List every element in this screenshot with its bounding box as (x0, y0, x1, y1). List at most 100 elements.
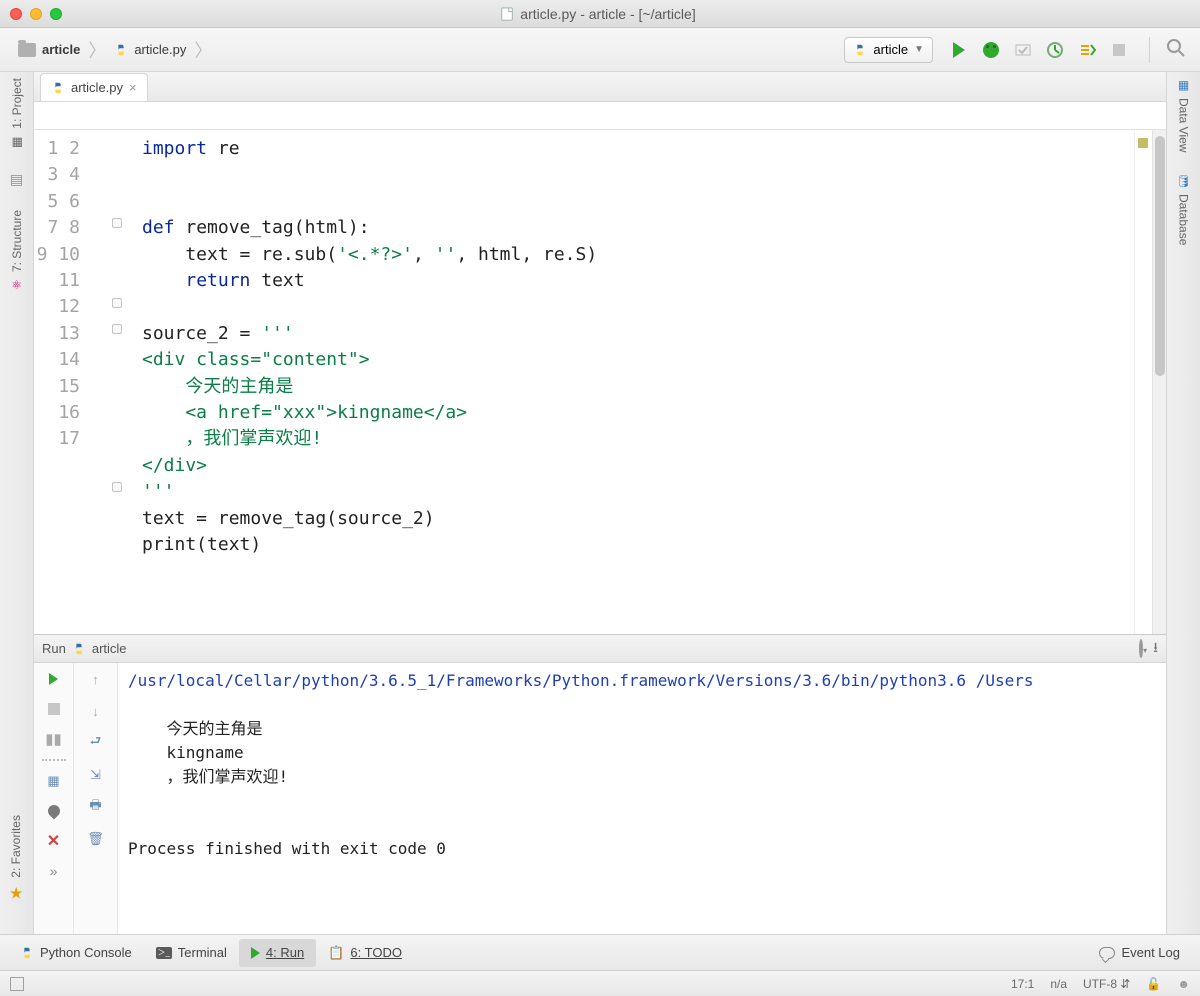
dropdown-arrow-icon: ▼ (914, 44, 924, 55)
star-icon: ★ (9, 884, 23, 904)
run-config-name: article (873, 42, 908, 57)
run-tab-label: 4: Run (266, 945, 304, 960)
fold-marker-icon[interactable] (112, 324, 122, 334)
run-tool-title: Run (42, 641, 66, 656)
separator (42, 759, 66, 761)
status-bar: 17:1 n/a UTF-8 ⇵ 🔓 ☻ (0, 970, 1200, 996)
terminal-tab[interactable]: ＞_ Terminal (144, 939, 239, 967)
concurrent-button[interactable] (1077, 40, 1097, 60)
editor-tab-article[interactable]: article.py × (40, 73, 148, 101)
code-content[interactable]: import re def remove_tag(html): text = r… (128, 130, 1134, 634)
cursor-position[interactable]: 17:1 (1011, 977, 1034, 991)
chevron-right-icon: 〉 (86, 37, 108, 63)
clear-button[interactable]: 🗑 (86, 829, 106, 849)
down-arrow-button[interactable]: ↓ (86, 701, 106, 721)
window-controls (10, 8, 62, 20)
editor-breadcrumb-bar (34, 102, 1166, 130)
more-button[interactable]: » (44, 861, 64, 881)
close-run-button[interactable]: ✕ (44, 831, 64, 851)
run-icon (251, 947, 260, 959)
file-encoding[interactable]: UTF-8 ⇵ (1083, 977, 1130, 991)
run-settings-button[interactable]: ▾ (1139, 641, 1147, 656)
soft-wrap-button[interactable]: ⮐ (86, 733, 106, 753)
scroll-to-end-button[interactable]: ⇲ (86, 765, 106, 785)
pause-button[interactable]: ▮▮ (44, 729, 64, 749)
database-tool-button[interactable]: 🛢 Database (1176, 174, 1191, 245)
table-icon: ▦ (1178, 78, 1189, 92)
run-output-toolbar: ↑ ↓ ⮐ ⇲ 🖶 🗑 (74, 663, 118, 934)
code-editor[interactable]: 1 2 3 4 5 6 7 8 9 10 11 12 13 14 15 16 1… (34, 130, 1166, 634)
close-window-button[interactable] (10, 8, 22, 20)
favorites-tool-button[interactable]: ★ 2: Favorites (9, 815, 23, 904)
structure-tool-button[interactable]: ⚛ 7: Structure (10, 210, 24, 292)
fold-marker-icon[interactable] (112, 298, 122, 308)
line-separator[interactable]: n/a (1050, 977, 1067, 991)
run-tool-header: Run article ▾ ⭳ (34, 635, 1166, 663)
close-tab-button[interactable]: × (129, 80, 137, 95)
line-number-gutter: 1 2 3 4 5 6 7 8 9 10 11 12 13 14 15 16 1… (34, 130, 110, 634)
warning-mark-icon[interactable] (1138, 138, 1148, 148)
speech-bubble-icon (1099, 947, 1115, 959)
coverage-button[interactable] (1013, 40, 1033, 60)
terminal-label: Terminal (178, 945, 227, 960)
run-tool-window: Run article ▾ ⭳ ▮▮ ▦ ✕ » (34, 634, 1166, 934)
bottom-tool-tabs: Python Console ＞_ Terminal 4: Run 📋 6: T… (0, 934, 1200, 970)
dataview-tool-label: Data View (1177, 98, 1191, 152)
terminal-icon: ＞_ (156, 947, 172, 959)
window-titlebar: article.py - article - [~/article] (0, 0, 1200, 28)
inspection-icon[interactable]: ☻ (1177, 977, 1190, 991)
toggle-tool-windows-button[interactable] (10, 977, 24, 991)
event-log-tab[interactable]: Event Log (1087, 939, 1192, 967)
folder-icon (18, 43, 36, 57)
python-console-label: Python Console (40, 945, 132, 960)
python-file-icon (114, 43, 128, 57)
rerun-button[interactable] (44, 669, 64, 689)
layout-button[interactable]: ▦ (44, 771, 64, 791)
run-button[interactable] (949, 40, 969, 60)
readonly-lock-icon[interactable]: 🔓 (1146, 977, 1161, 991)
right-tool-strip: ▦ Data View 🛢 Database (1166, 72, 1200, 934)
main-toolbar: article 〉 article.py 〉 article ▼ (0, 28, 1200, 72)
editor-tabs: article.py × (34, 72, 1166, 102)
file-type-icon (500, 7, 514, 21)
download-button[interactable]: ⭳ (1153, 637, 1158, 661)
profile-button[interactable] (1045, 40, 1065, 60)
favorites-tool-label: 2: Favorites (10, 815, 24, 878)
run-config-selector[interactable]: article ▼ (844, 37, 933, 63)
minimize-window-button[interactable] (30, 8, 42, 20)
editor-scrollbar[interactable] (1152, 130, 1166, 634)
scrollbar-thumb[interactable] (1155, 136, 1165, 376)
folder-minus-icon[interactable]: ▤ (10, 171, 23, 188)
project-tool-button[interactable]: ▦ 1: Project (10, 78, 24, 149)
python-icon (20, 946, 34, 960)
up-arrow-button[interactable]: ↑ (86, 669, 106, 689)
run-config-label: article (92, 641, 127, 656)
breadcrumb-project[interactable]: article (42, 42, 80, 57)
python-file-icon (51, 81, 65, 95)
dataview-tool-button[interactable]: ▦ Data View (1177, 78, 1191, 152)
run-output[interactable]: /usr/local/Cellar/python/3.6.5_1/Framewo… (118, 663, 1166, 934)
window-title: article.py - article - [~/article] (520, 6, 695, 22)
debug-button[interactable] (981, 40, 1001, 60)
stop-run-button[interactable] (44, 699, 64, 719)
stop-button[interactable] (1109, 40, 1129, 60)
chevron-right-icon: 〉 (192, 37, 214, 63)
search-everywhere-button[interactable] (1160, 38, 1192, 61)
fold-strip (110, 130, 128, 634)
breadcrumb-file[interactable]: article.py (134, 42, 186, 57)
breadcrumb: article 〉 article.py 〉 (8, 37, 224, 63)
zoom-window-button[interactable] (50, 8, 62, 20)
python-console-tab[interactable]: Python Console (8, 939, 144, 967)
project-icon: ▦ (11, 135, 22, 149)
structure-tool-label: 7: Structure (10, 210, 24, 272)
left-tool-strip: ▦ 1: Project ▤ ⚛ 7: Structure ★ 2: Favor… (0, 72, 34, 934)
pin-output-button[interactable] (44, 801, 64, 821)
fold-marker-icon[interactable] (112, 218, 122, 228)
todo-label: 6: TODO (350, 945, 402, 960)
project-tool-label: 1: Project (10, 78, 24, 129)
print-button[interactable]: 🖶 (86, 797, 106, 817)
database-tool-label: Database (1177, 194, 1191, 245)
fold-marker-icon[interactable] (112, 482, 122, 492)
todo-tab[interactable]: 📋 6: TODO (316, 939, 414, 967)
run-tab[interactable]: 4: Run (239, 939, 316, 967)
